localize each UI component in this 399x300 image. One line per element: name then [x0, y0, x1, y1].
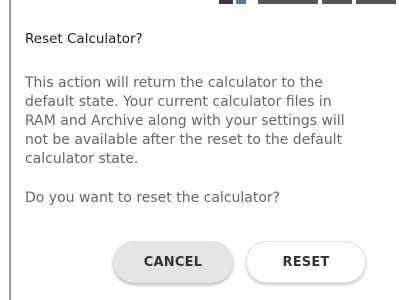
cancel-button[interactable]: CANCEL — [113, 241, 233, 283]
dialog-message: This action will return the calculator t… — [25, 75, 345, 167]
reset-button[interactable]: RESET — [246, 241, 366, 283]
dialog-question: Do you want to reset the calculator? — [25, 190, 281, 206]
dialog-title: Reset Calculator? — [25, 31, 143, 47]
